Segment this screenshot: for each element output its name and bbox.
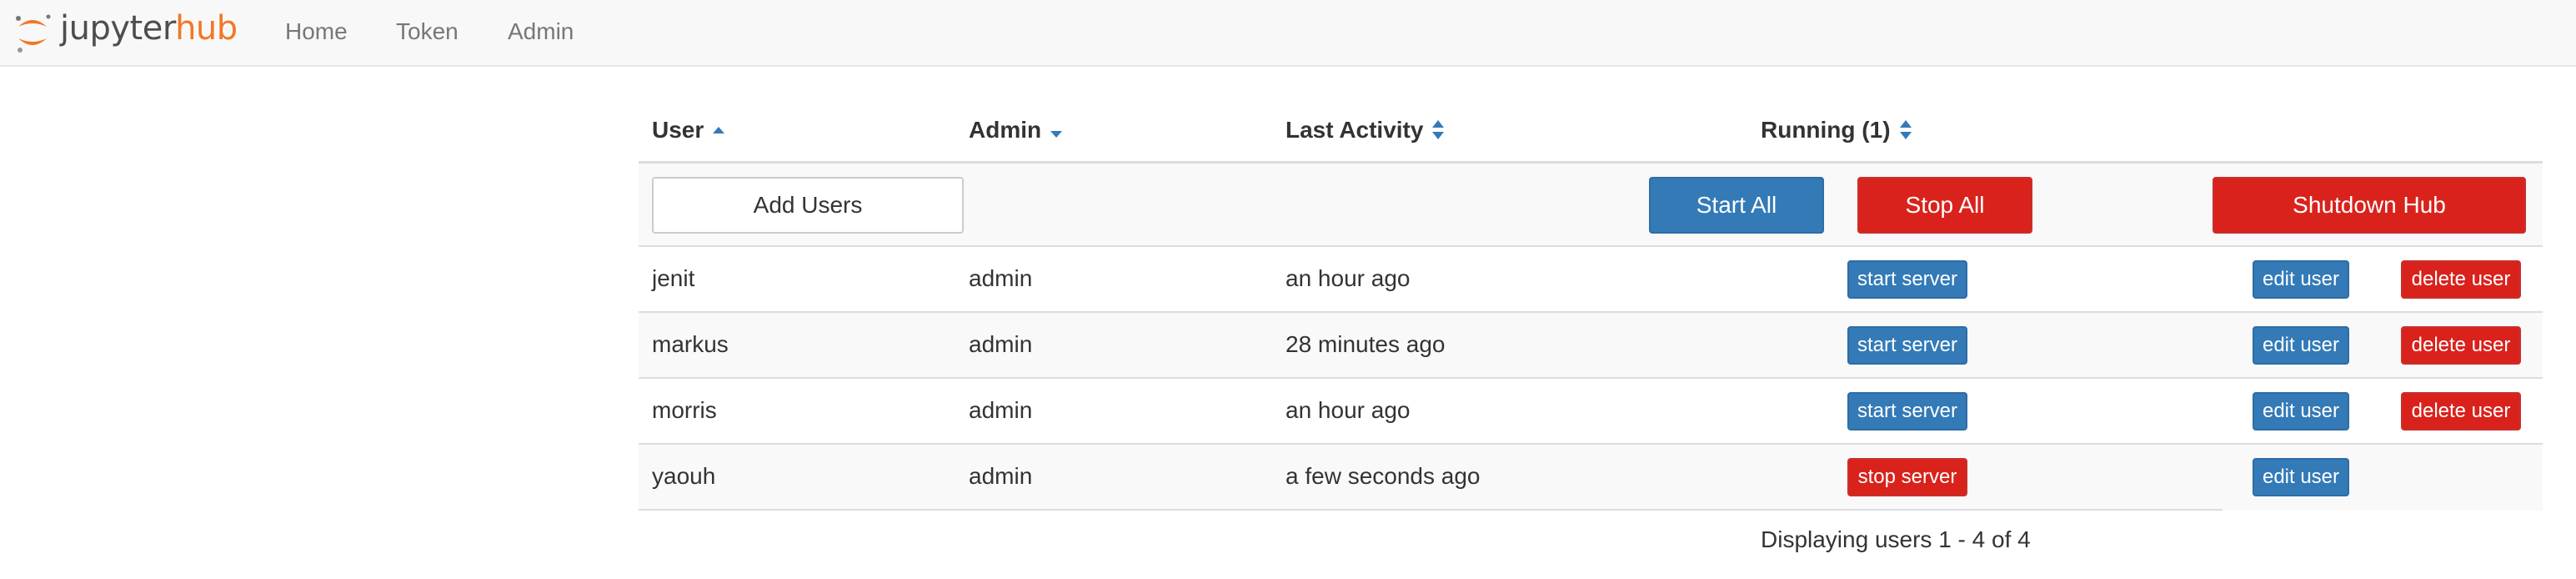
stop-server-button[interactable]: stop server: [1847, 458, 1967, 496]
logo-jupyter-text: jupyter: [60, 9, 176, 48]
user-name: yaouh: [652, 463, 716, 489]
nav-link-token[interactable]: Token: [396, 18, 459, 45]
sort-ascending-icon: [713, 127, 725, 133]
column-header-last-activity-label: Last Activity: [1285, 117, 1424, 143]
nav-link-home[interactable]: Home: [285, 18, 348, 45]
user-row: yaouh admin a few seconds ago stop serve…: [639, 445, 2223, 511]
navbar: jupyterhub Home Token Admin: [0, 0, 2576, 67]
edit-user-button[interactable]: edit user: [2253, 260, 2349, 299]
controls-row: Add Users Start All Stop All Shutdown Hu…: [639, 164, 2543, 247]
start-all-button[interactable]: Start All: [1649, 177, 1824, 234]
user-row: jenit admin an hour ago start server edi…: [639, 247, 2543, 313]
logo-hub-text: hub: [175, 9, 238, 48]
user-name: jenit: [652, 265, 695, 291]
user-name: markus: [652, 331, 729, 357]
user-admin-status: admin: [969, 265, 1033, 291]
column-header-admin[interactable]: Admin: [969, 117, 1063, 143]
user-last-activity: a few seconds ago: [1285, 463, 1481, 489]
sort-both-icon: [1432, 120, 1445, 139]
user-admin-status: admin: [969, 463, 1033, 489]
logo-wordmark: jupyterhub: [60, 9, 238, 48]
start-server-button[interactable]: start server: [1847, 326, 1967, 365]
sort-both-icon: [1899, 120, 1912, 139]
column-header-running[interactable]: Running (1): [1761, 117, 1912, 143]
pagination-info: Displaying users 1 - 4 of 4: [1761, 526, 2031, 552]
jupyter-logo-icon: [16, 14, 51, 53]
user-name: morris: [652, 397, 717, 423]
nav-link-admin[interactable]: Admin: [508, 18, 574, 45]
delete-user-button[interactable]: delete user: [2401, 326, 2521, 365]
stop-all-button[interactable]: Stop All: [1857, 177, 2032, 234]
user-row-actions: edit user: [2223, 445, 2543, 511]
user-row: markus admin 28 minutes ago start server…: [639, 313, 2543, 379]
column-header-running-label: Running (1): [1761, 117, 1891, 143]
column-header-user[interactable]: User: [652, 117, 725, 143]
edit-user-button[interactable]: edit user: [2253, 458, 2349, 496]
shutdown-hub-button[interactable]: Shutdown Hub: [2213, 177, 2526, 234]
user-last-activity: an hour ago: [1285, 397, 1411, 423]
add-users-button[interactable]: Add Users: [652, 177, 964, 234]
user-last-activity: an hour ago: [1285, 265, 1411, 291]
column-header-last-activity[interactable]: Last Activity: [1285, 117, 1445, 143]
delete-user-button[interactable]: delete user: [2401, 260, 2521, 299]
user-admin-status: admin: [969, 397, 1033, 423]
start-server-button[interactable]: start server: [1847, 392, 1967, 430]
user-row: morris admin an hour ago start server ed…: [639, 379, 2543, 445]
edit-user-button[interactable]: edit user: [2253, 392, 2349, 430]
delete-user-button[interactable]: delete user: [2401, 392, 2521, 430]
column-header-user-label: User: [652, 117, 704, 143]
user-admin-status: admin: [969, 331, 1033, 357]
column-header-admin-label: Admin: [969, 117, 1042, 143]
user-last-activity: 28 minutes ago: [1285, 331, 1446, 357]
sort-descending-icon: [1050, 131, 1063, 138]
start-server-button[interactable]: start server: [1847, 260, 1967, 299]
edit-user-button[interactable]: edit user: [2253, 326, 2349, 365]
